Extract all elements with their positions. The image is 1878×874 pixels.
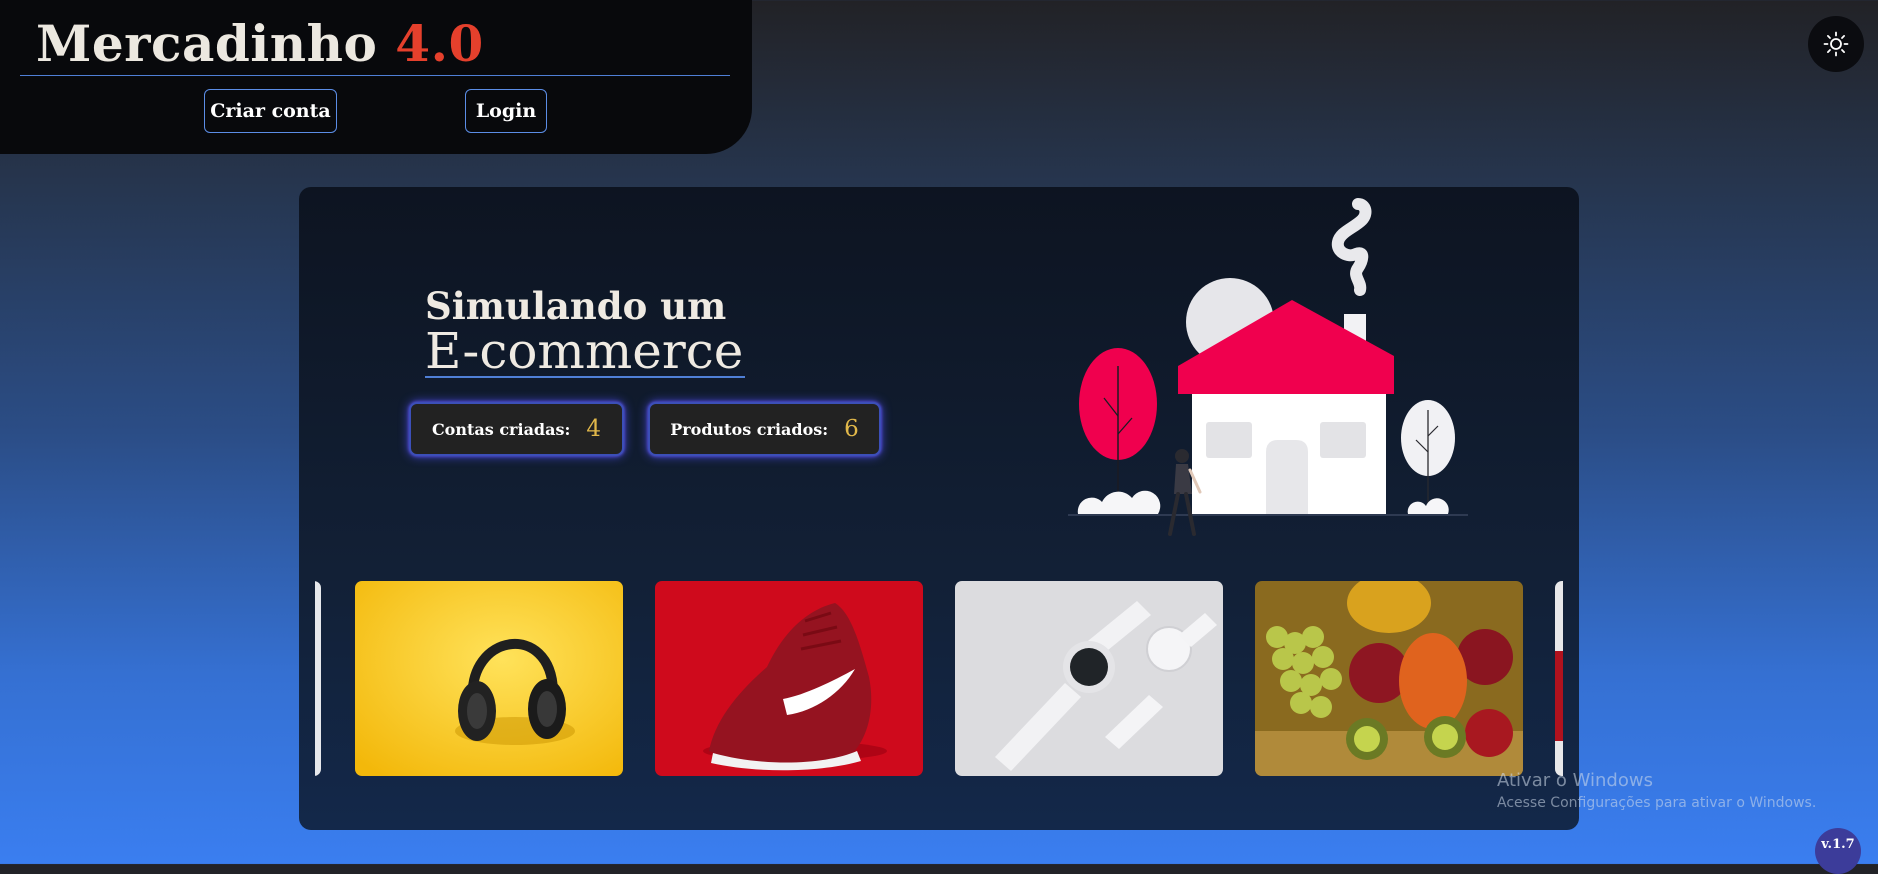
hero-underline [425, 376, 745, 378]
brand-underline [20, 75, 730, 76]
products-created-label: Produtos criados: [670, 419, 829, 439]
fruits-image[interactable] [1255, 581, 1523, 776]
brand-name: Mercadinho [36, 14, 378, 73]
brand-title: Mercadinho 4.0 [36, 14, 484, 73]
carousel-slide-partial-left[interactable] [315, 581, 321, 776]
version-badge: v.1.7 [1815, 828, 1861, 874]
windows-activation-title: Ativar o Windows [1497, 770, 1653, 791]
accounts-created-label: Contas criadas: [431, 419, 571, 439]
theme-toggle-button[interactable] [1808, 16, 1864, 72]
sneaker-image[interactable] [655, 581, 923, 776]
products-created-value: 6 [844, 416, 859, 442]
login-button[interactable]: Login [465, 89, 547, 133]
top-navigation-bar: Mercadinho 4.0 Criar conta Login [0, 0, 752, 154]
accounts-created-value: 4 [586, 416, 602, 442]
house-illustration [1068, 198, 1468, 536]
carousel-slide-partial-right[interactable] [1555, 581, 1563, 776]
accounts-created-stat: Contas criadas: 4 [409, 402, 624, 456]
hero-title: E-commerce [425, 322, 744, 380]
windows-activation-subtitle: Acesse Configurações para ativar o Windo… [1497, 795, 1817, 811]
brand-version: 4.0 [395, 14, 484, 73]
sun-icon [1823, 31, 1849, 57]
smartwatch-image[interactable] [955, 581, 1223, 776]
product-carousel[interactable] [315, 581, 1563, 776]
products-created-stat: Produtos criados: 6 [648, 402, 881, 456]
create-account-button[interactable]: Criar conta [204, 89, 337, 133]
headphones-image[interactable] [355, 581, 623, 776]
